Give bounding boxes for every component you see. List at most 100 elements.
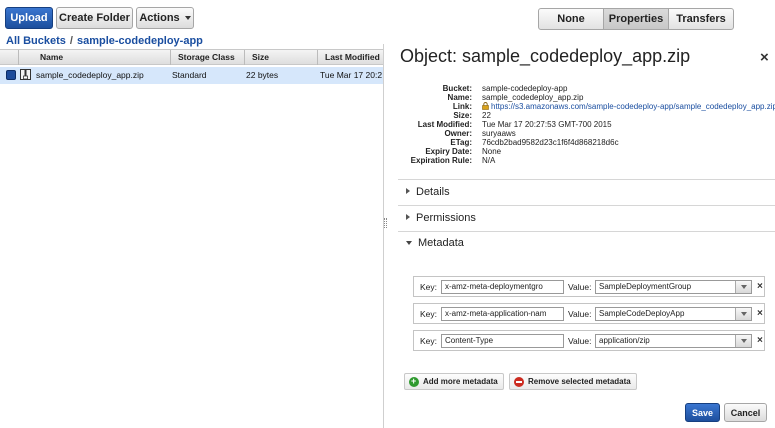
section-details[interactable]: Details — [406, 186, 450, 198]
close-icon[interactable]: × — [760, 49, 769, 66]
breadcrumb-current-bucket[interactable]: sample-codedeploy-app — [77, 35, 203, 47]
cancel-button[interactable]: Cancel — [724, 403, 767, 422]
divider — [398, 179, 775, 180]
property-label: ETag: — [450, 138, 472, 147]
create-folder-button-label: Create Folder — [59, 12, 130, 24]
metadata-value-combobox[interactable]: SampleCodeDeployApp — [595, 307, 752, 321]
breadcrumb-separator: / — [69, 35, 73, 47]
metadata-value-label: Value: — [568, 336, 592, 346]
view-none-button[interactable]: None — [538, 8, 604, 30]
dropdown-arrow-icon[interactable] — [735, 281, 751, 293]
row-last-modified: Tue Mar 17 20:27:53 — [320, 70, 382, 80]
column-divider — [170, 50, 171, 65]
section-permissions-label: Permissions — [416, 212, 476, 224]
upload-button[interactable]: Upload — [5, 7, 53, 29]
metadata-value-text: application/zip — [599, 336, 650, 345]
property-label: Owner: — [444, 129, 472, 138]
remove-row-icon[interactable]: × — [757, 308, 763, 319]
row-storage-class: Standard — [172, 70, 207, 80]
splitter-grip-icon[interactable] — [384, 218, 387, 228]
column-header-storage-class[interactable]: Storage Class — [178, 52, 235, 62]
view-transfers-label: Transfers — [676, 13, 726, 25]
property-label: Link: — [452, 102, 472, 111]
remove-icon — [514, 376, 524, 387]
actions-button-label: Actions — [139, 12, 180, 24]
panel-splitter[interactable] — [383, 44, 384, 428]
breadcrumb: All Buckets / sample-codedeploy-app — [6, 35, 203, 47]
column-divider — [18, 50, 19, 65]
metadata-key-label: Key: — [420, 336, 438, 346]
remove-row-icon[interactable]: × — [757, 335, 763, 346]
row-checkbox[interactable] — [6, 70, 16, 80]
panel-title: Object: sample_codedeploy_app.zip — [400, 46, 691, 66]
metadata-value-label: Value: — [568, 282, 592, 292]
metadata-row: Key: Content-Type Value: application/zip… — [413, 330, 765, 351]
column-header-last-modified[interactable]: Last Modified — [325, 52, 380, 62]
chevron-down-icon — [184, 16, 191, 20]
metadata-key-label: Key: — [420, 309, 438, 319]
view-transfers-button[interactable]: Transfers — [668, 8, 734, 30]
link-url[interactable]: https://s3.amazonaws.com/sample-codedepl… — [491, 102, 775, 111]
property-label: Name: — [447, 93, 472, 102]
column-divider — [244, 50, 245, 65]
metadata-value-text: SampleDeploymentGroup — [599, 282, 692, 291]
zip-file-icon — [20, 69, 31, 80]
section-metadata[interactable]: Metadata — [406, 237, 464, 249]
metadata-value-combobox[interactable]: SampleDeploymentGroup — [595, 280, 752, 294]
actions-button[interactable]: Actions — [136, 7, 194, 29]
property-label: Size: — [453, 111, 472, 120]
property-label: Last Modified: — [417, 120, 472, 129]
property-label: Expiration Rule: — [410, 156, 472, 165]
cancel-button-label: Cancel — [730, 407, 761, 418]
view-none-label: None — [557, 13, 585, 25]
dropdown-arrow-icon[interactable] — [735, 308, 751, 320]
property-value: Tue Mar 17 20:27:53 GMT-700 2015 — [482, 120, 612, 129]
metadata-value-text: SampleCodeDeployApp — [599, 309, 685, 318]
property-value: 76cdb2bad9582d23c1f6f4d868218d6c — [482, 138, 619, 147]
section-permissions[interactable]: Permissions — [406, 212, 476, 224]
property-value: sample-codedeploy-app — [482, 84, 568, 93]
save-button-label: Save — [691, 407, 714, 418]
metadata-key-input[interactable]: x-amz-meta-deploymentgro — [441, 280, 564, 294]
property-value: sample_codedeploy_app.zip — [482, 93, 584, 102]
add-metadata-label: Add more metadata — [423, 377, 498, 386]
add-icon — [409, 376, 419, 387]
property-label: Expiry Date: — [425, 147, 472, 156]
metadata-row: Key: x-amz-meta-deploymentgro Value: Sam… — [413, 276, 765, 297]
lock-icon — [482, 102, 489, 110]
properties-panel: Object: sample_codedeploy_app.zip × Buck… — [398, 44, 775, 428]
column-header-size[interactable]: Size — [252, 52, 269, 62]
add-metadata-button[interactable]: Add more metadata — [404, 373, 504, 390]
row-size: 22 bytes — [246, 70, 279, 80]
table-row[interactable]: sample_codedeploy_app.zip Standard 22 by… — [0, 67, 383, 84]
section-details-label: Details — [416, 186, 450, 198]
expand-arrow-icon — [406, 214, 410, 220]
divider — [398, 205, 775, 206]
property-value: None — [482, 147, 502, 156]
save-button[interactable]: Save — [685, 403, 720, 422]
row-file-name[interactable]: sample_codedeploy_app.zip — [36, 70, 144, 80]
metadata-value-label: Value: — [568, 309, 592, 319]
breadcrumb-all-buckets[interactable]: All Buckets — [6, 35, 66, 47]
create-folder-button[interactable]: Create Folder — [56, 7, 133, 29]
remove-row-icon[interactable]: × — [757, 281, 763, 292]
toolbar: Upload Create Folder Actions None Proper… — [0, 0, 775, 34]
view-properties-label: Properties — [608, 13, 664, 25]
column-divider — [317, 50, 318, 65]
upload-button-label: Upload — [10, 12, 48, 24]
file-table-header: Name Storage Class Size Last Modified — [0, 49, 383, 65]
property-value: 22 — [482, 111, 491, 120]
view-properties-button[interactable]: Properties — [603, 8, 669, 30]
remove-metadata-label: Remove selected metadata — [528, 377, 631, 386]
divider — [398, 231, 775, 232]
property-link-value[interactable]: https://s3.amazonaws.com/sample-codedepl… — [482, 102, 775, 111]
metadata-key-input[interactable]: Content-Type — [441, 334, 564, 348]
property-value: suryaaws — [482, 129, 516, 138]
metadata-value-combobox[interactable]: application/zip — [595, 334, 752, 348]
metadata-key-label: Key: — [420, 282, 438, 292]
metadata-key-input[interactable]: x-amz-meta-application-nam — [441, 307, 564, 321]
section-metadata-label: Metadata — [418, 237, 464, 249]
dropdown-arrow-icon[interactable] — [735, 335, 751, 347]
remove-metadata-button[interactable]: Remove selected metadata — [509, 373, 637, 390]
column-header-name[interactable]: Name — [40, 52, 63, 62]
